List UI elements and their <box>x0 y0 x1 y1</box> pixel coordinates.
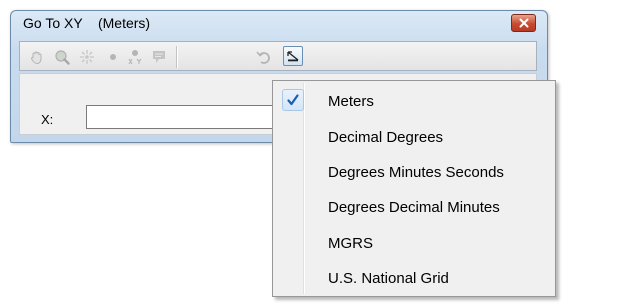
toolbar <box>19 41 537 71</box>
units-dropdown-button[interactable] <box>283 46 303 66</box>
window-title: Go To XY (Meters) <box>23 15 151 31</box>
menu-item-degrees-minutes-seconds[interactable]: Degrees Minutes Seconds <box>275 156 553 188</box>
menu-item-label: U.S. National Grid <box>328 270 449 287</box>
menu-item-decimal-degrees[interactable]: Decimal Degrees <box>275 121 553 153</box>
flash-icon <box>80 50 94 64</box>
menu-item-label: Decimal Degrees <box>328 129 444 146</box>
menu-item-us-national-grid[interactable]: U.S. National Grid <box>275 262 553 294</box>
checkmark-icon <box>287 94 299 106</box>
menu-item-label: Degrees Decimal Minutes <box>328 199 500 216</box>
add-callout-icon <box>153 51 165 63</box>
zoom-to-icon <box>55 50 70 65</box>
menu-item-label: MGRS <box>328 235 373 252</box>
menu-item-mgrs[interactable]: MGRS <box>275 227 553 259</box>
menu-item-label: Meters <box>328 93 374 110</box>
add-labeled-point-button[interactable] <box>126 48 144 66</box>
menu-item-meters[interactable]: Meters <box>275 85 553 117</box>
pan-to-icon <box>31 51 42 65</box>
add-callout-button[interactable] <box>150 48 168 66</box>
recent-locations-button[interactable] <box>254 48 272 66</box>
recent-locations-icon <box>256 51 270 64</box>
units-menu: Meters Decimal Degrees Degrees Minutes S… <box>272 80 556 297</box>
add-labeled-point-icon <box>128 50 142 65</box>
toolbar-separator <box>176 46 178 68</box>
menu-item-label: Degrees Minutes Seconds <box>328 164 504 181</box>
x-label: X: <box>41 112 54 127</box>
pan-to-button[interactable] <box>28 48 46 66</box>
units-icon <box>287 51 299 62</box>
close-button[interactable] <box>511 14 536 32</box>
menu-item-degrees-decimal-minutes[interactable]: Degrees Decimal Minutes <box>275 191 553 223</box>
add-point-button[interactable] <box>104 48 122 66</box>
add-point-icon <box>110 54 116 60</box>
checked-indicator <box>282 89 304 111</box>
close-icon <box>519 18 528 28</box>
flash-button[interactable] <box>78 48 96 66</box>
zoom-to-button[interactable] <box>53 48 71 66</box>
